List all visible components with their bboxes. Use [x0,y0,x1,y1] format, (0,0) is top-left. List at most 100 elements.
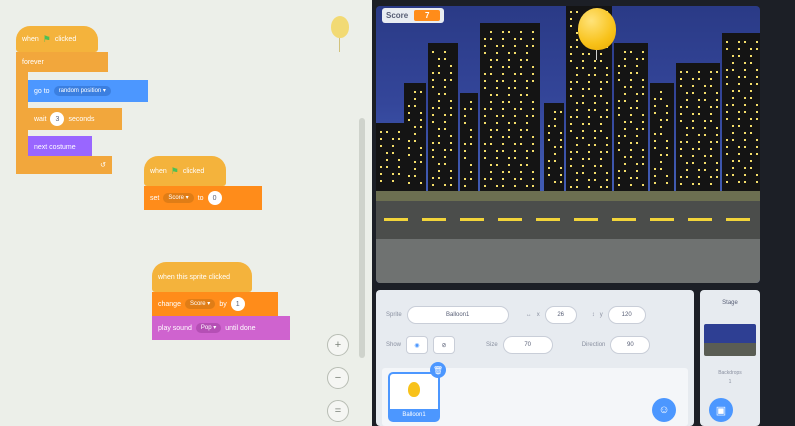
lane-dash [688,218,712,221]
block-text: clicked [54,35,77,43]
sprite-tile-label: Balloon1 [390,409,438,420]
road-curb [376,239,760,283]
stage-target-panel[interactable]: Stage Backdrops 1 ▣ [700,290,760,426]
balloon-string [596,50,597,60]
sprite-label: Sprite [386,312,402,318]
stage-canvas[interactable]: Score 7 [376,6,760,283]
sprite-watermark-balloon [331,16,349,52]
block-text: play sound [158,324,192,332]
monitor-label: Score [386,11,409,20]
building [722,33,760,193]
lane-dash [650,218,674,221]
size-field[interactable]: 70 [502,336,553,354]
lane-dash [498,218,522,221]
wait-seconds-input[interactable]: 3 [50,112,65,126]
block-text: when this sprite clicked [158,273,230,281]
trash-icon: 🗑 [432,365,444,375]
sprite-props-row: Show ◉ ⊘ Size 70 Direction 90 [386,336,651,354]
block-text: wait [34,115,47,123]
lane-dash [612,218,636,221]
when-flag-clicked-block[interactable]: when ⚑ clicked [16,26,98,52]
block-text: to [197,194,204,202]
backdrops-label: Backdrops [718,370,742,376]
x-position-field[interactable]: 26 [544,306,577,324]
building [676,63,720,193]
show-visible-toggle[interactable]: ◉ [406,336,429,354]
loop-arrow-icon: ↺ [100,161,106,169]
when-flag-clicked-block[interactable]: when ⚑ clicked [144,156,226,186]
x-label: x [536,312,540,318]
eye-slash-icon: ⊘ [441,342,447,349]
change-value-input[interactable]: 1 [230,297,245,311]
choose-sprite-button[interactable]: ☺ [652,398,676,422]
green-flag-icon: ⚑ [170,165,179,176]
delete-sprite-button[interactable]: 🗑 [430,362,446,378]
zoom-reset-button[interactable]: = [327,400,349,422]
play-sound-until-done-block[interactable]: play sound Pop ▾ until done [152,316,290,340]
zoom-reset-icon: = [334,405,342,417]
variable-dropdown[interactable]: Score ▾ [163,193,194,203]
score-variable-monitor[interactable]: Score 7 [382,8,445,23]
balloon-sprite[interactable] [578,8,616,50]
balloon-thumbnail [408,382,420,397]
road [376,201,760,241]
building [428,43,458,193]
block-text: next costume [34,143,76,151]
zoom-in-button[interactable]: + [327,334,349,356]
go-to-block[interactable]: go to random position ▾ [28,80,148,102]
eye-icon: ◉ [414,342,420,349]
zoom-in-icon: + [334,339,342,351]
when-sprite-clicked-block[interactable]: when this sprite clicked [152,262,252,292]
stage-panel-title: Stage [722,300,738,306]
building [404,83,426,193]
sprite-name-row: Sprite Balloon1 ↔ x 26 ↕ y 120 [386,306,646,324]
sprite-name-field[interactable]: Balloon1 [406,306,509,324]
building [460,93,478,193]
direction-field[interactable]: 90 [610,336,651,354]
building [480,23,540,193]
cat-icon: ☺ [658,404,670,416]
block-text: until done [225,324,256,332]
next-costume-block[interactable]: next costume [28,136,92,158]
block-text: by [219,300,227,308]
sprite-list: Balloon1 🗑 [382,362,688,426]
image-icon: ▣ [715,404,727,417]
lane-dash [536,218,560,221]
block-text: set [150,194,160,202]
set-value-input[interactable]: 0 [207,191,222,205]
direction-label: Direction [581,342,606,348]
y-position-field[interactable]: 120 [607,306,646,324]
stage-thumbnail[interactable] [704,324,756,356]
y-label: y [599,312,603,318]
code-workspace[interactable]: when ⚑ clicked forever go to random posi… [0,0,372,426]
lane-dash [384,218,408,221]
forever-block[interactable]: forever [16,52,108,72]
change-variable-block[interactable]: change Score ▾ by 1 [152,292,278,316]
building [614,43,648,193]
forever-block-bottom: ↺ [16,156,112,174]
goto-target-dropdown[interactable]: random position ▾ [53,86,111,96]
lane-dash [574,218,598,221]
show-label: Show [386,342,402,348]
workspace-scrollbar[interactable] [359,118,365,358]
sound-dropdown[interactable]: Pop ▾ [195,323,222,333]
set-variable-block[interactable]: set Score ▾ to 0 [144,186,262,210]
variable-dropdown[interactable]: Score ▾ [184,299,216,309]
choose-backdrop-button[interactable]: ▣ [709,398,733,422]
forever-block-arm [16,72,28,156]
building [544,103,564,193]
block-text: go to [34,87,50,95]
zoom-out-icon: − [334,372,342,384]
wait-block[interactable]: wait 3 seconds [28,108,122,130]
sprite-tile-balloon1[interactable]: Balloon1 [388,372,440,422]
block-text: when [150,167,167,175]
size-label: Size [486,342,498,348]
zoom-out-button[interactable]: − [327,367,349,389]
hide-toggle[interactable]: ⊘ [433,336,456,354]
block-text: forever [22,58,44,66]
monitor-value: 7 [414,10,441,21]
lane-dash [726,218,750,221]
block-text: change [158,300,181,308]
block-text: seconds [68,115,95,123]
block-text: when [22,35,39,43]
